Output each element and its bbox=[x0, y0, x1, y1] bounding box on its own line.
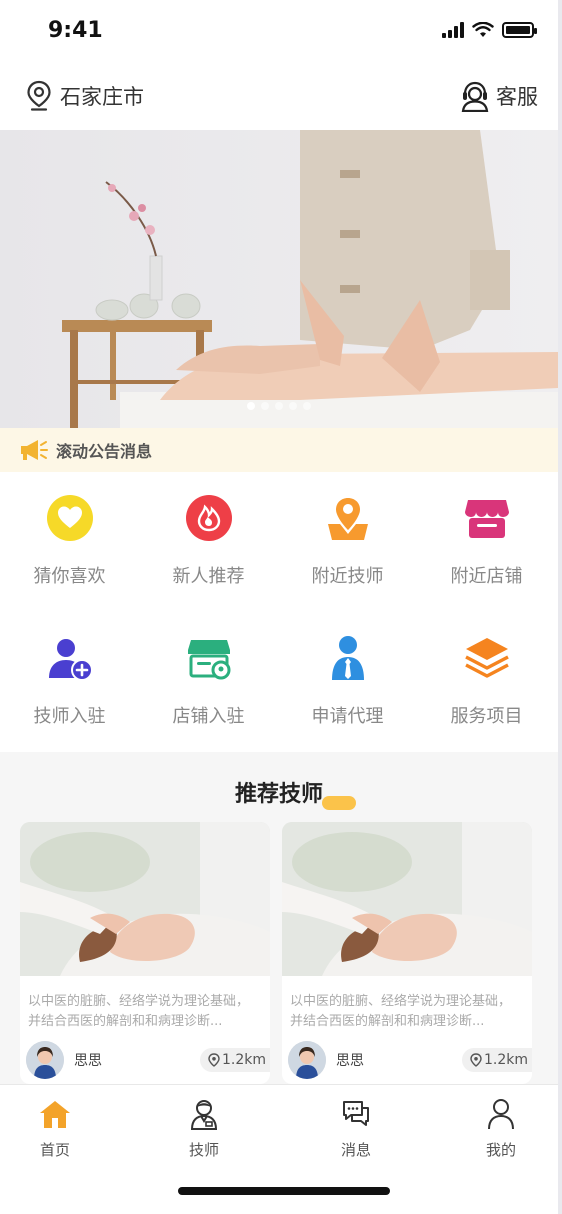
announcement-bar[interactable]: 滚动公告消息 bbox=[0, 428, 558, 472]
technician-name: 思思 bbox=[74, 1053, 102, 1069]
home-icon bbox=[38, 1097, 72, 1131]
layers-icon bbox=[461, 632, 513, 684]
tab-messages[interactable]: 消息 bbox=[306, 1097, 406, 1160]
technician-card[interactable]: 以中医的脏腑、经络学说为理论基础， 并结合西医的解剖和和病理诊断... 思思 1… bbox=[282, 822, 532, 1084]
battery-icon bbox=[502, 22, 537, 38]
grid-label: 服务项目 bbox=[450, 706, 523, 727]
grid-item-technician-join[interactable]: 技师入驻 bbox=[0, 612, 139, 752]
megaphone-icon bbox=[21, 440, 48, 460]
avatar bbox=[288, 1041, 326, 1079]
description-line: 以中医的脏腑、经络学说为理论基础， bbox=[290, 994, 512, 1009]
carousel-dot[interactable] bbox=[289, 402, 297, 410]
tab-home[interactable]: 首页 bbox=[5, 1097, 105, 1160]
carousel-dot[interactable] bbox=[275, 402, 283, 410]
technician-icon bbox=[187, 1097, 221, 1131]
location-pin-icon bbox=[27, 80, 51, 111]
grid-item-nearby-technician[interactable]: 附近技师 bbox=[278, 472, 417, 612]
grid-item-service-items[interactable]: 服务项目 bbox=[417, 612, 556, 752]
distance-badge: 1.2km bbox=[461, 1048, 532, 1072]
message-icon bbox=[339, 1097, 373, 1131]
grid-item-guess-you-like[interactable]: 猜你喜欢 bbox=[0, 472, 139, 612]
recommended-technicians-section: 推荐技师 以中医的脏腑、经络学说为理论基础， 并结合西医的解剖和和病理诊断...… bbox=[0, 752, 558, 1084]
screen-edge bbox=[558, 0, 562, 1214]
banner-image bbox=[0, 130, 558, 428]
grid-item-new-recommend[interactable]: 新人推荐 bbox=[139, 472, 278, 612]
banner-carousel[interactable] bbox=[0, 130, 558, 428]
grid-label: 店铺入驻 bbox=[172, 706, 245, 727]
tab-label: 首页 bbox=[39, 1141, 70, 1159]
customer-service-button[interactable]: 客服 bbox=[460, 80, 538, 112]
user-add-icon bbox=[44, 632, 96, 684]
technician-photo bbox=[282, 822, 532, 976]
heart-icon bbox=[44, 492, 96, 544]
status-time: 9:41 bbox=[48, 18, 103, 43]
grid-label: 技师入驻 bbox=[33, 706, 106, 727]
home-indicator bbox=[178, 1187, 390, 1195]
grid-item-nearby-store[interactable]: 附近店铺 bbox=[417, 472, 556, 612]
tab-technician[interactable]: 技师 bbox=[154, 1097, 254, 1160]
city-selector[interactable]: 石家庄市 bbox=[26, 80, 144, 112]
grid-item-store-join[interactable]: 店铺入驻 bbox=[139, 612, 278, 752]
carousel-dot[interactable] bbox=[247, 402, 255, 410]
distance-badge: 1.2km bbox=[199, 1048, 270, 1072]
grid-label: 申请代理 bbox=[311, 706, 384, 727]
store-icon bbox=[461, 492, 513, 544]
tab-label: 技师 bbox=[188, 1141, 219, 1159]
feature-grid: 猜你喜欢 新人推荐 附近技师 附近店铺 技师入驻 店铺入驻 申请代理 服务项目 bbox=[0, 472, 558, 752]
bottom-tab-bar: 首页 技师 消息 我的 bbox=[0, 1084, 558, 1214]
announcement-text: 滚动公告消息 bbox=[56, 442, 153, 461]
distance-value: 1.2km bbox=[221, 1052, 266, 1068]
agent-tie-icon bbox=[322, 632, 374, 684]
headset-icon bbox=[461, 81, 489, 112]
grid-label: 新人推荐 bbox=[172, 566, 245, 587]
customer-service-label: 客服 bbox=[496, 85, 538, 109]
distance-value: 1.2km bbox=[483, 1052, 528, 1068]
tab-label: 消息 bbox=[340, 1141, 371, 1159]
location-pin-icon bbox=[208, 1053, 220, 1067]
profile-icon bbox=[484, 1097, 518, 1131]
grid-label: 附近技师 bbox=[311, 566, 384, 587]
section-title: 推荐技师 bbox=[234, 782, 323, 807]
technician-card[interactable]: 以中医的脏腑、经络学说为理论基础， 并结合西医的解剖和和病理诊断... 思思 1… bbox=[20, 822, 270, 1084]
tab-profile[interactable]: 我的 bbox=[451, 1097, 551, 1160]
flame-icon bbox=[183, 492, 235, 544]
card-description: 以中医的脏腑、经络学说为理论基础， 并结合西医的解剖和和病理诊断... bbox=[20, 980, 270, 1042]
card-footer: 思思 1.2km bbox=[26, 1038, 270, 1082]
card-footer: 思思 1.2km bbox=[288, 1038, 532, 1082]
grid-item-apply-agent[interactable]: 申请代理 bbox=[278, 612, 417, 752]
wifi-icon bbox=[472, 22, 494, 37]
technician-photo bbox=[20, 822, 270, 976]
status-bar: 9:41 bbox=[0, 0, 558, 64]
map-pin-icon bbox=[322, 492, 374, 544]
card-description: 以中医的脏腑、经络学说为理论基础， 并结合西医的解剖和和病理诊断... bbox=[282, 980, 532, 1042]
avatar bbox=[26, 1041, 64, 1079]
carousel-dots bbox=[247, 402, 311, 410]
technician-name: 思思 bbox=[336, 1053, 364, 1069]
carousel-dot[interactable] bbox=[261, 402, 269, 410]
shop-location-icon bbox=[183, 632, 235, 684]
grid-label: 附近店铺 bbox=[450, 566, 523, 587]
header: 石家庄市 客服 bbox=[0, 64, 558, 130]
tab-label: 我的 bbox=[485, 1141, 516, 1159]
description-line: 并结合西医的解剖和和病理诊断... bbox=[28, 1014, 223, 1029]
location-pin-icon bbox=[470, 1053, 482, 1067]
city-label: 石家庄市 bbox=[60, 85, 144, 109]
description-line: 并结合西医的解剖和和病理诊断... bbox=[290, 1014, 485, 1029]
description-line: 以中医的脏腑、经络学说为理论基础， bbox=[28, 994, 250, 1009]
system-indicators bbox=[442, 22, 537, 38]
grid-label: 猜你喜欢 bbox=[33, 566, 106, 587]
signal-icon bbox=[442, 22, 464, 38]
carousel-dot[interactable] bbox=[303, 402, 311, 410]
